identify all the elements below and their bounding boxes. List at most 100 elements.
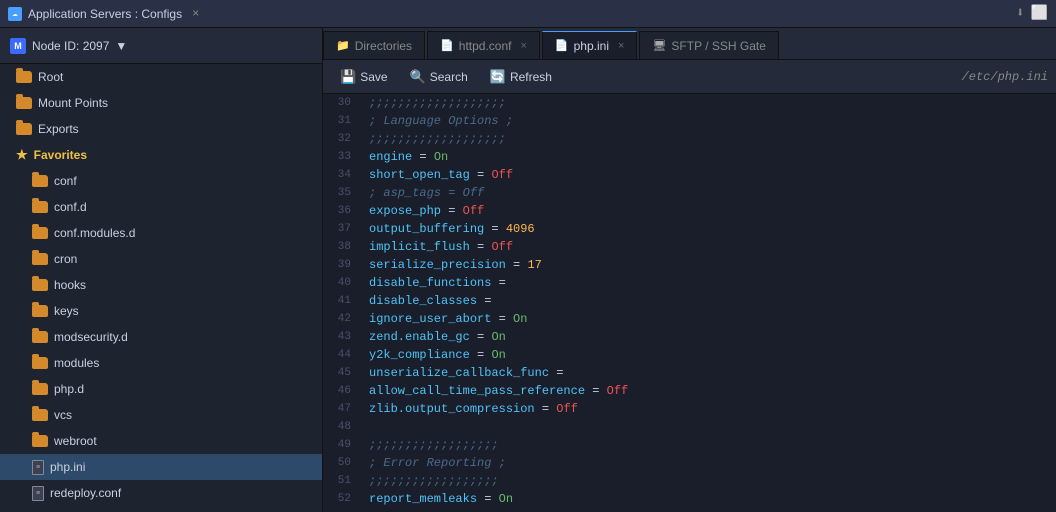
code-line-52: 52report_memleaks = On (323, 490, 1056, 508)
sidebar-item-label: Mount Points (38, 96, 108, 110)
line-number: 31 (323, 112, 361, 130)
sidebar-item-conf-modules-d[interactable]: conf.modules.d (0, 220, 322, 246)
sidebar-item-vcs[interactable]: vcs (0, 402, 322, 428)
line-content: ;;;;;;;;;;;;;;;;;;; (361, 130, 1056, 148)
sidebar-item-label: modsecurity.d (54, 330, 128, 344)
folder-icon (32, 227, 48, 239)
line-content: ; Language Options ; (361, 112, 1056, 130)
sidebar: M Node ID: 2097 ▼ Root Mount Points Export… (0, 28, 323, 512)
line-number: 41 (323, 292, 361, 310)
line-content: report_memleaks = On (361, 490, 1056, 508)
minimize-btn[interactable]: ⬇ (1016, 5, 1024, 22)
sidebar-item-label: keys (54, 304, 79, 318)
node-dropdown-arrow[interactable]: ▼ (115, 39, 127, 53)
sidebar-item-label: php.ini (50, 460, 85, 474)
sidebar-item-favorites[interactable]: ★ Favorites (0, 142, 322, 168)
file-icon: ≡ (32, 460, 44, 475)
line-content: ; asp_tags = Off (361, 184, 1056, 202)
main-layout: M Node ID: 2097 ▼ Root Mount Points Export… (0, 28, 1056, 512)
sidebar-item-redeploy-conf[interactable]: ≡redeploy.conf (0, 480, 322, 506)
sidebar-item-php-ini[interactable]: ≡ php.ini (0, 454, 322, 480)
folder-icon (32, 305, 48, 317)
tab-label-httpd-conf: httpd.conf (459, 39, 512, 53)
tab-bar: 📁Directories📄httpd.conf×📄php.ini×🖥SFTP /… (323, 28, 1056, 60)
sidebar-item-mount-points[interactable]: Mount Points (0, 90, 322, 116)
line-content: ;;;;;;;;;;;;;;;;;; (361, 472, 1056, 490)
line-number: 33 (323, 148, 361, 166)
tab-close-php-ini[interactable]: × (618, 40, 624, 52)
sidebar-item-php-d[interactable]: php.d (0, 376, 322, 402)
node-bar: M Node ID: 2097 ▼ (0, 28, 322, 64)
folder-icon (16, 97, 32, 109)
file-icon: ≡ (32, 486, 44, 501)
file-tree: Root Mount Points Exports ★ Favorites conf con… (0, 64, 322, 512)
sidebar-item-label: conf (54, 174, 77, 188)
code-editor[interactable]: 30;;;;;;;;;;;;;;;;;;;31; Language Option… (323, 94, 1056, 512)
line-number: 37 (323, 220, 361, 238)
tab-close-httpd-conf[interactable]: × (520, 40, 526, 52)
window-title: Application Servers : Configs (28, 7, 182, 21)
tab-icon-sftp-ssh-gate: 🖥 (652, 39, 666, 52)
save-button[interactable]: 💾 Save (331, 65, 397, 89)
code-line-33: 33engine = On (323, 148, 1056, 166)
sidebar-item-label: modules (54, 356, 99, 370)
code-line-38: 38implicit_flush = Off (323, 238, 1056, 256)
line-number: 30 (323, 94, 361, 112)
sidebar-item-cron[interactable]: cron (0, 246, 322, 272)
line-content: y2k_compliance = On (361, 346, 1056, 364)
folder-icon (32, 253, 48, 265)
folder-icon (32, 383, 48, 395)
sidebar-item-conf[interactable]: conf (0, 168, 322, 194)
line-number: 46 (323, 382, 361, 400)
code-line-49: 49;;;;;;;;;;;;;;;;;; (323, 436, 1056, 454)
sidebar-item-label: conf.modules.d (54, 226, 135, 240)
app-icon: ☁ (8, 7, 22, 21)
sidebar-item-exports[interactable]: Exports (0, 116, 322, 142)
save-icon: 💾 (340, 69, 356, 85)
sidebar-item-label: Favorites (34, 148, 87, 162)
sidebar-item-keys[interactable]: keys (0, 298, 322, 324)
refresh-icon: 🔄 (490, 69, 506, 85)
tab-label-directories: Directories (355, 39, 412, 53)
code-line-31: 31; Language Options ; (323, 112, 1056, 130)
line-number: 43 (323, 328, 361, 346)
favorites-star-icon: ★ (16, 147, 28, 163)
code-line-40: 40disable_functions = (323, 274, 1056, 292)
sidebar-item-hooks[interactable]: hooks (0, 272, 322, 298)
tab-icon-php-ini: 📄 (555, 39, 569, 52)
tab-httpd-conf[interactable]: 📄httpd.conf× (427, 31, 540, 59)
sidebar-item-modules[interactable]: modules (0, 350, 322, 376)
line-content: expose_php = Off (361, 202, 1056, 220)
line-number: 52 (323, 490, 361, 508)
sidebar-item-webroot[interactable]: webroot (0, 428, 322, 454)
line-number: 34 (323, 166, 361, 184)
save-label: Save (360, 70, 387, 84)
refresh-button[interactable]: 🔄 Refresh (481, 65, 561, 89)
code-line-47: 47zlib.output_compression = Off (323, 400, 1056, 418)
line-number: 39 (323, 256, 361, 274)
line-content: engine = On (361, 148, 1056, 166)
code-line-45: 45unserialize_callback_func = (323, 364, 1056, 382)
line-content: output_buffering = 4096 (361, 220, 1056, 238)
sidebar-item-label: hooks (54, 278, 86, 292)
line-number: 51 (323, 472, 361, 490)
tab-sftp-ssh-gate[interactable]: 🖥SFTP / SSH Gate (639, 31, 778, 59)
folder-icon (32, 201, 48, 213)
sidebar-item-root[interactable]: Root (0, 64, 322, 90)
folder-icon (32, 435, 48, 447)
maximize-btn[interactable]: ⬜ (1031, 5, 1048, 22)
sidebar-item-modsecurity-d[interactable]: modsecurity.d (0, 324, 322, 350)
sidebar-item-conf-d[interactable]: conf.d (0, 194, 322, 220)
line-content: ignore_user_abort = On (361, 310, 1056, 328)
line-number: 50 (323, 454, 361, 472)
tab-directories[interactable]: 📁Directories (323, 31, 425, 59)
folder-icon (32, 279, 48, 291)
line-number: 45 (323, 364, 361, 382)
code-line-32: 32;;;;;;;;;;;;;;;;;;; (323, 130, 1056, 148)
tab-php-ini[interactable]: 📄php.ini× (542, 31, 638, 59)
refresh-label: Refresh (510, 70, 552, 84)
sidebar-item-label: webroot (54, 434, 97, 448)
line-number: 42 (323, 310, 361, 328)
search-button[interactable]: 🔍 Search (401, 65, 477, 89)
title-close-btn[interactable]: × (192, 7, 199, 21)
